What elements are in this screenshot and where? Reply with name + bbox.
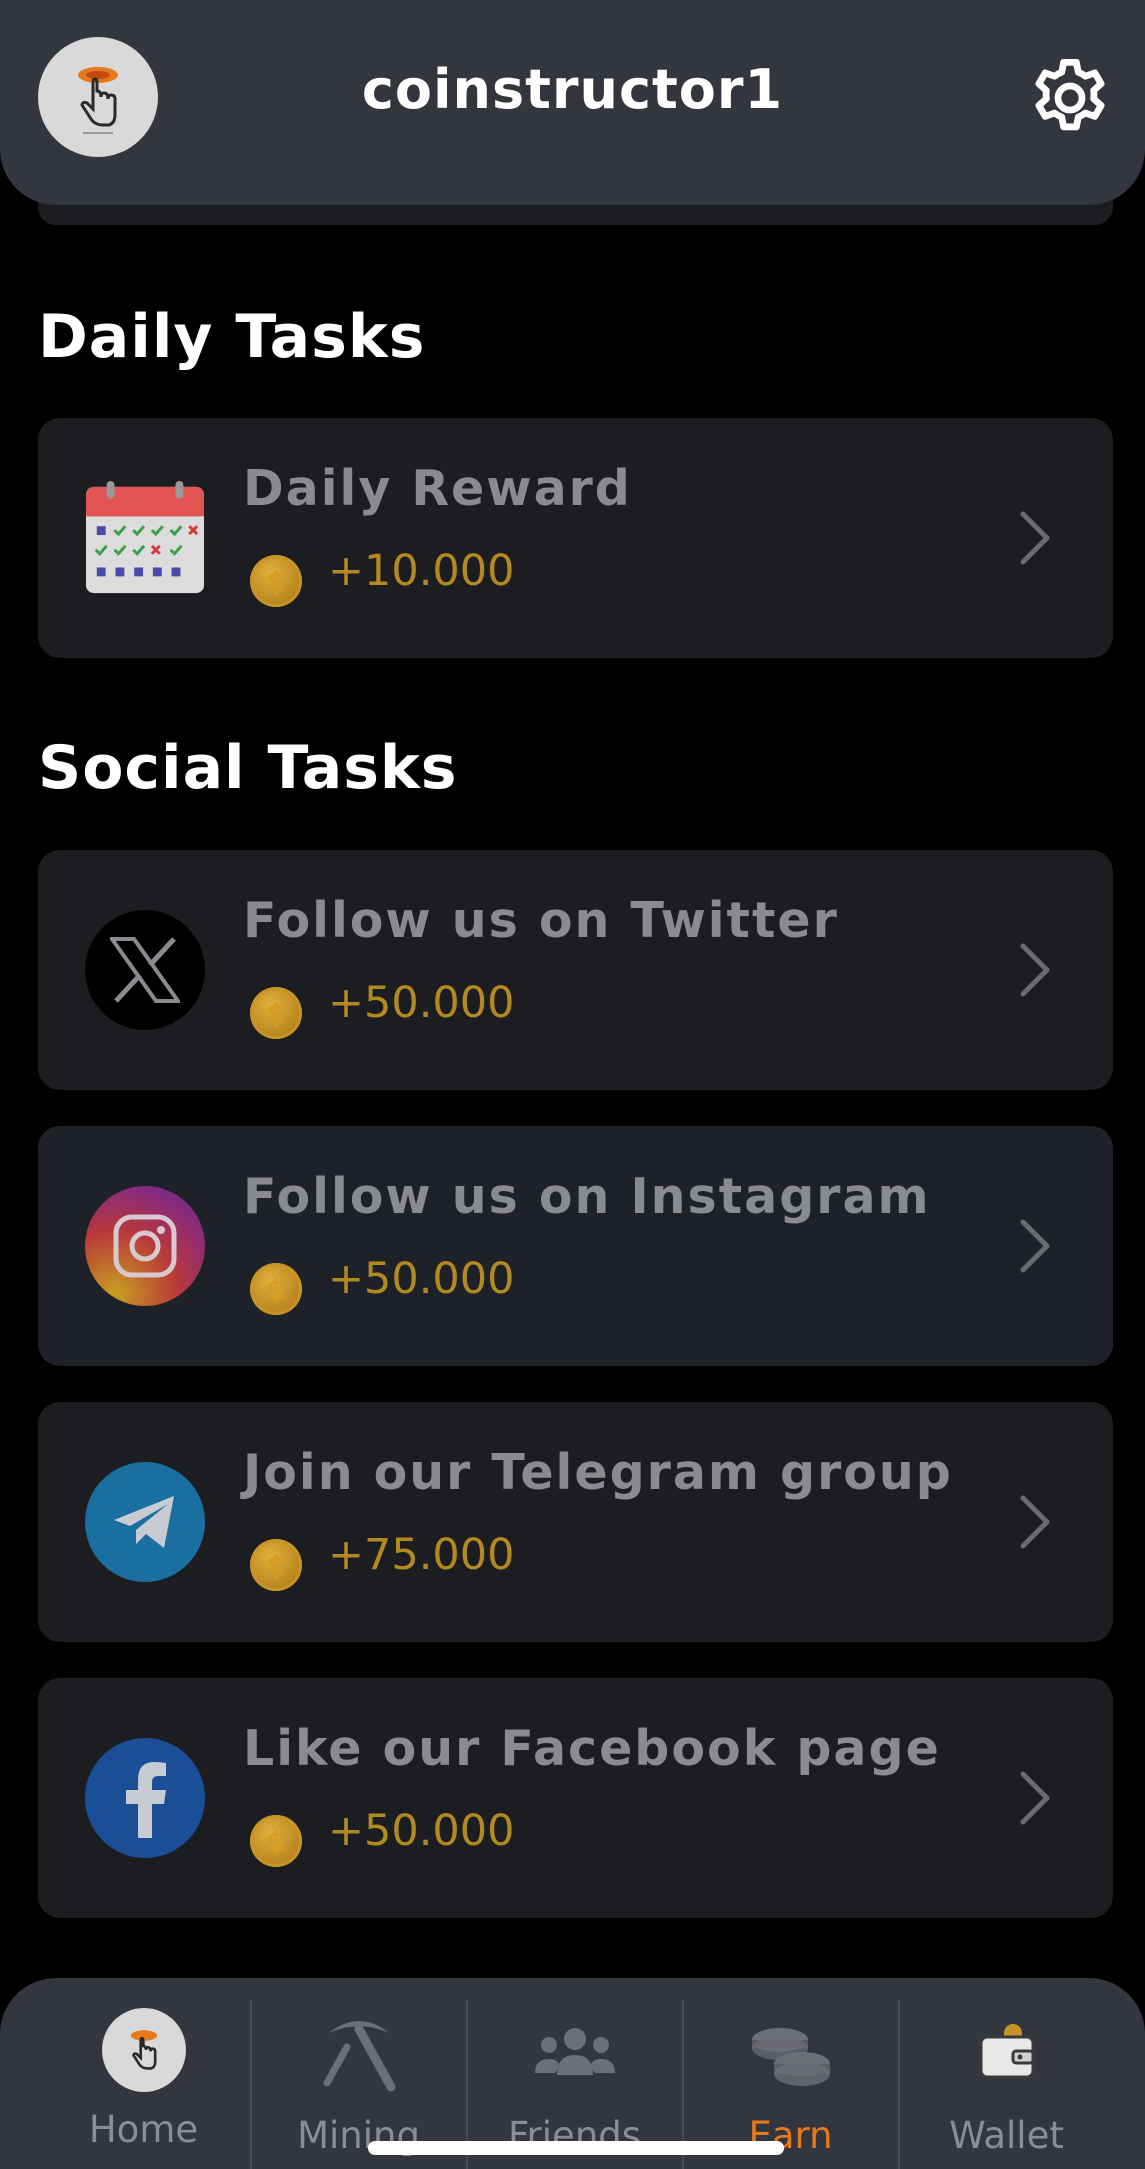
coin-icon: $ xyxy=(250,987,302,1039)
chevron-right-icon xyxy=(1020,511,1050,565)
username-title: coinstructor1 xyxy=(361,58,784,121)
task-label: Daily Reward xyxy=(243,460,632,517)
chevron-right-icon xyxy=(1020,1495,1050,1549)
chevron-right-icon xyxy=(1020,1771,1050,1825)
task-card-daily-reward[interactable]: Daily Reward $ +10.000 xyxy=(38,418,1113,658)
coin-icon: $ xyxy=(250,1263,302,1315)
gear-icon[interactable] xyxy=(1025,53,1115,143)
coin-icon: $ xyxy=(250,1539,302,1591)
nav-label: Wallet xyxy=(949,2114,1064,2157)
task-reward: +10.000 xyxy=(328,546,515,596)
task-reward: +75.000 xyxy=(328,1530,515,1580)
task-card-telegram[interactable]: Join our Telegram group $ +75.000 xyxy=(38,1402,1113,1642)
facebook-icon xyxy=(85,1738,205,1858)
task-label: Follow us on Instagram xyxy=(243,1168,931,1225)
pickaxe-icon xyxy=(314,2008,404,2098)
telegram-icon xyxy=(85,1462,205,1582)
home-logo-icon xyxy=(101,2008,186,2092)
earn-screen: coinstructor1 Daily Tasks Daily Reward $… xyxy=(0,0,1145,2169)
daily-tasks-heading: Daily Tasks xyxy=(38,302,426,372)
chevron-right-icon xyxy=(1020,1219,1050,1273)
task-reward: +50.000 xyxy=(328,978,515,1028)
task-card-twitter[interactable]: Follow us on Twitter $ +50.000 xyxy=(38,850,1113,1090)
x-twitter-icon xyxy=(85,910,205,1030)
nav-home[interactable]: Home xyxy=(36,1978,251,2169)
task-label: Follow us on Twitter xyxy=(243,892,839,949)
home-indicator[interactable] xyxy=(368,2141,784,2155)
task-reward: +50.000 xyxy=(328,1806,515,1856)
social-tasks-heading: Social Tasks xyxy=(38,733,458,803)
app-header: coinstructor1 xyxy=(0,0,1145,205)
task-label: Join our Telegram group xyxy=(243,1444,953,1501)
nav-wallet[interactable]: Wallet xyxy=(899,1978,1114,2169)
coin-icon: $ xyxy=(250,555,302,607)
task-card-instagram[interactable]: Follow us on Instagram $ +50.000 xyxy=(38,1126,1113,1366)
chevron-right-icon xyxy=(1020,943,1050,997)
friends-icon xyxy=(530,2008,620,2098)
nav-label: Home xyxy=(88,2108,199,2151)
coins-icon xyxy=(746,2008,836,2098)
task-card-facebook[interactable]: Like our Facebook page $ +50.000 xyxy=(38,1678,1113,1918)
task-reward: +50.000 xyxy=(328,1254,515,1304)
wallet-icon xyxy=(962,2008,1052,2098)
calendar-icon xyxy=(85,478,205,598)
task-label: Like our Facebook page xyxy=(243,1720,941,1777)
coin-icon: $ xyxy=(250,1815,302,1867)
instagram-icon xyxy=(85,1186,205,1306)
